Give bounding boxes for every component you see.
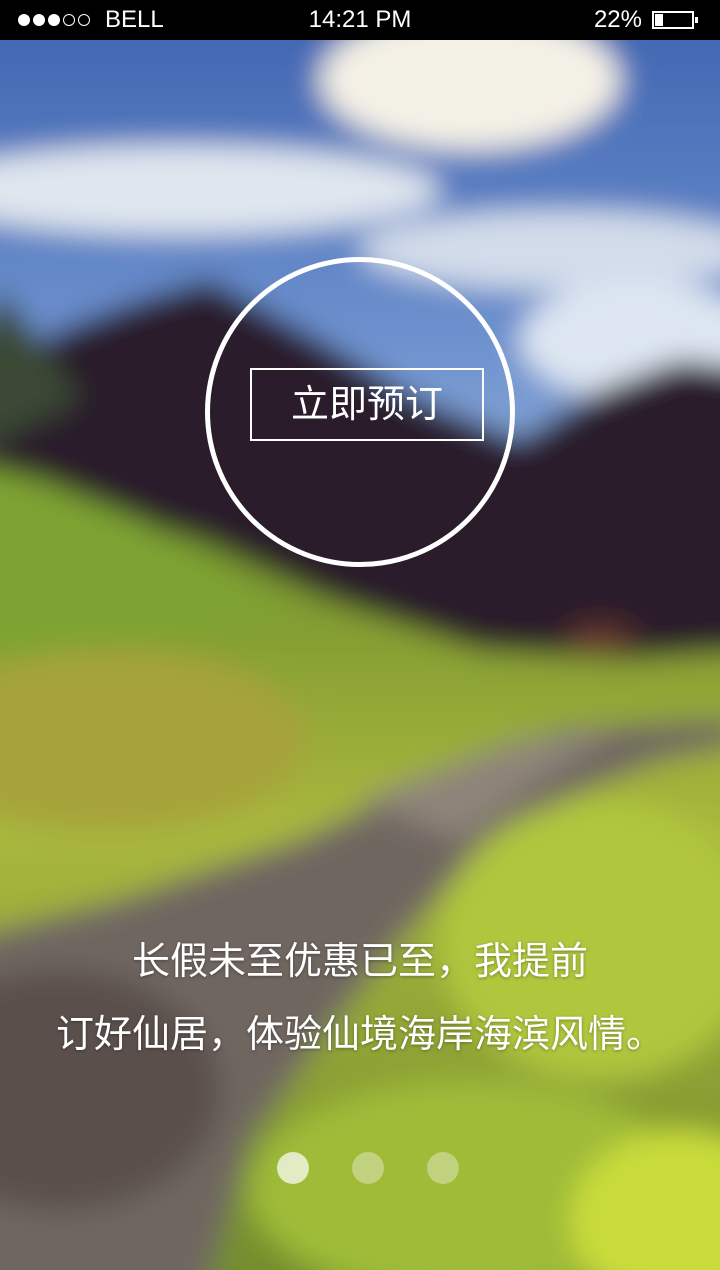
page-indicator xyxy=(0,1152,720,1184)
battery-fill xyxy=(655,14,663,26)
status-right: 22% xyxy=(593,6,698,34)
battery-percent: 22% xyxy=(593,6,642,33)
page-dot-2[interactable] xyxy=(352,1152,384,1184)
page-dot-3[interactable] xyxy=(427,1152,459,1184)
battery-icon xyxy=(652,11,698,29)
landscape-illustration xyxy=(0,40,720,1270)
status-bar: BELL 14:21 PM 22% xyxy=(0,0,720,40)
page-dot-1[interactable] xyxy=(277,1152,309,1184)
battery-tip xyxy=(695,17,698,23)
book-now-button[interactable]: 立即预订 xyxy=(250,368,484,441)
caption-line-2: 订好仙居，体验仙境海岸海滨风情。 xyxy=(55,1012,664,1056)
background-landscape-image xyxy=(0,40,720,1270)
caption-line-1: 长假未至优惠已至，我提前 xyxy=(131,939,588,983)
